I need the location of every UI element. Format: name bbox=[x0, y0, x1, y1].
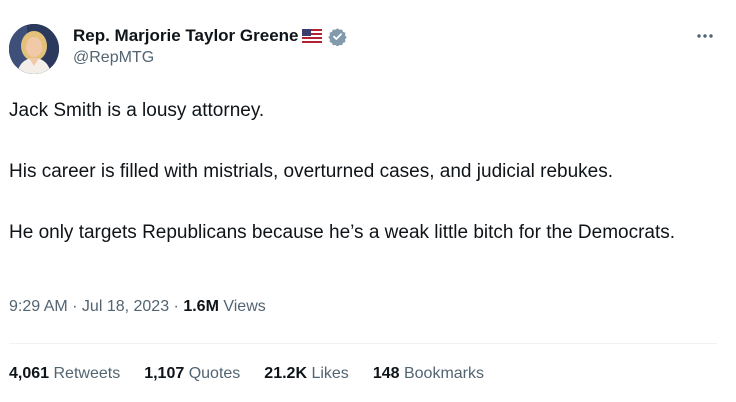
divider bbox=[9, 343, 717, 344]
avatar[interactable] bbox=[9, 24, 59, 74]
tweet-meta: 9:29 AM · Jul 18, 2023 · 1.6M Views bbox=[9, 298, 266, 316]
more-dots-icon bbox=[697, 34, 713, 38]
bookmarks-count: 148 bbox=[372, 365, 400, 382]
more-options-button[interactable] bbox=[690, 26, 720, 46]
us-flag-icon bbox=[302, 29, 323, 43]
meta-separator: · bbox=[67, 298, 82, 315]
likes-stat[interactable]: 21.2K Likes bbox=[264, 365, 349, 383]
tweet-paragraph: His career is filled with mistrials, ove… bbox=[9, 161, 614, 182]
avatar-image bbox=[9, 24, 59, 74]
meta-separator: · bbox=[169, 298, 184, 315]
tweet-paragraph: Jack Smith is a lousy attorney. bbox=[9, 100, 265, 121]
tweet-date[interactable]: Jul 18, 2023 bbox=[82, 298, 169, 315]
likes-count: 21.2K bbox=[264, 365, 307, 382]
bookmarks-label: Bookmarks bbox=[403, 365, 484, 382]
quotes-label: Quotes bbox=[188, 365, 241, 382]
author-display-name[interactable]: Rep. Marjorie Taylor Greene bbox=[73, 26, 298, 46]
retweets-label: Retweets bbox=[53, 365, 121, 382]
author-handle[interactable]: @RepMTG bbox=[73, 49, 154, 67]
views-count: 1.6M bbox=[183, 298, 219, 315]
retweets-stat[interactable]: 4,061 Retweets bbox=[9, 365, 120, 383]
author-name-row[interactable]: Rep. Marjorie Taylor Greene bbox=[73, 24, 348, 48]
engagement-stats: 4,061 Retweets 1,107 Quotes 21.2K Likes … bbox=[9, 365, 484, 383]
retweets-count: 4,061 bbox=[9, 365, 50, 382]
verified-badge-icon[interactable] bbox=[328, 27, 348, 46]
tweet-time[interactable]: 9:29 AM bbox=[9, 298, 68, 315]
bookmarks-stat[interactable]: 148 Bookmarks bbox=[373, 365, 484, 383]
tweet-card: Rep. Marjorie Taylor Greene @RepMTG Jack… bbox=[0, 0, 736, 402]
views-label: Views bbox=[223, 298, 266, 315]
quotes-count: 1,107 bbox=[144, 365, 185, 382]
tweet-paragraph: He only targets Republicans because he’s… bbox=[9, 222, 676, 243]
likes-label: Likes bbox=[311, 365, 349, 382]
quotes-stat[interactable]: 1,107 Quotes bbox=[144, 365, 240, 383]
